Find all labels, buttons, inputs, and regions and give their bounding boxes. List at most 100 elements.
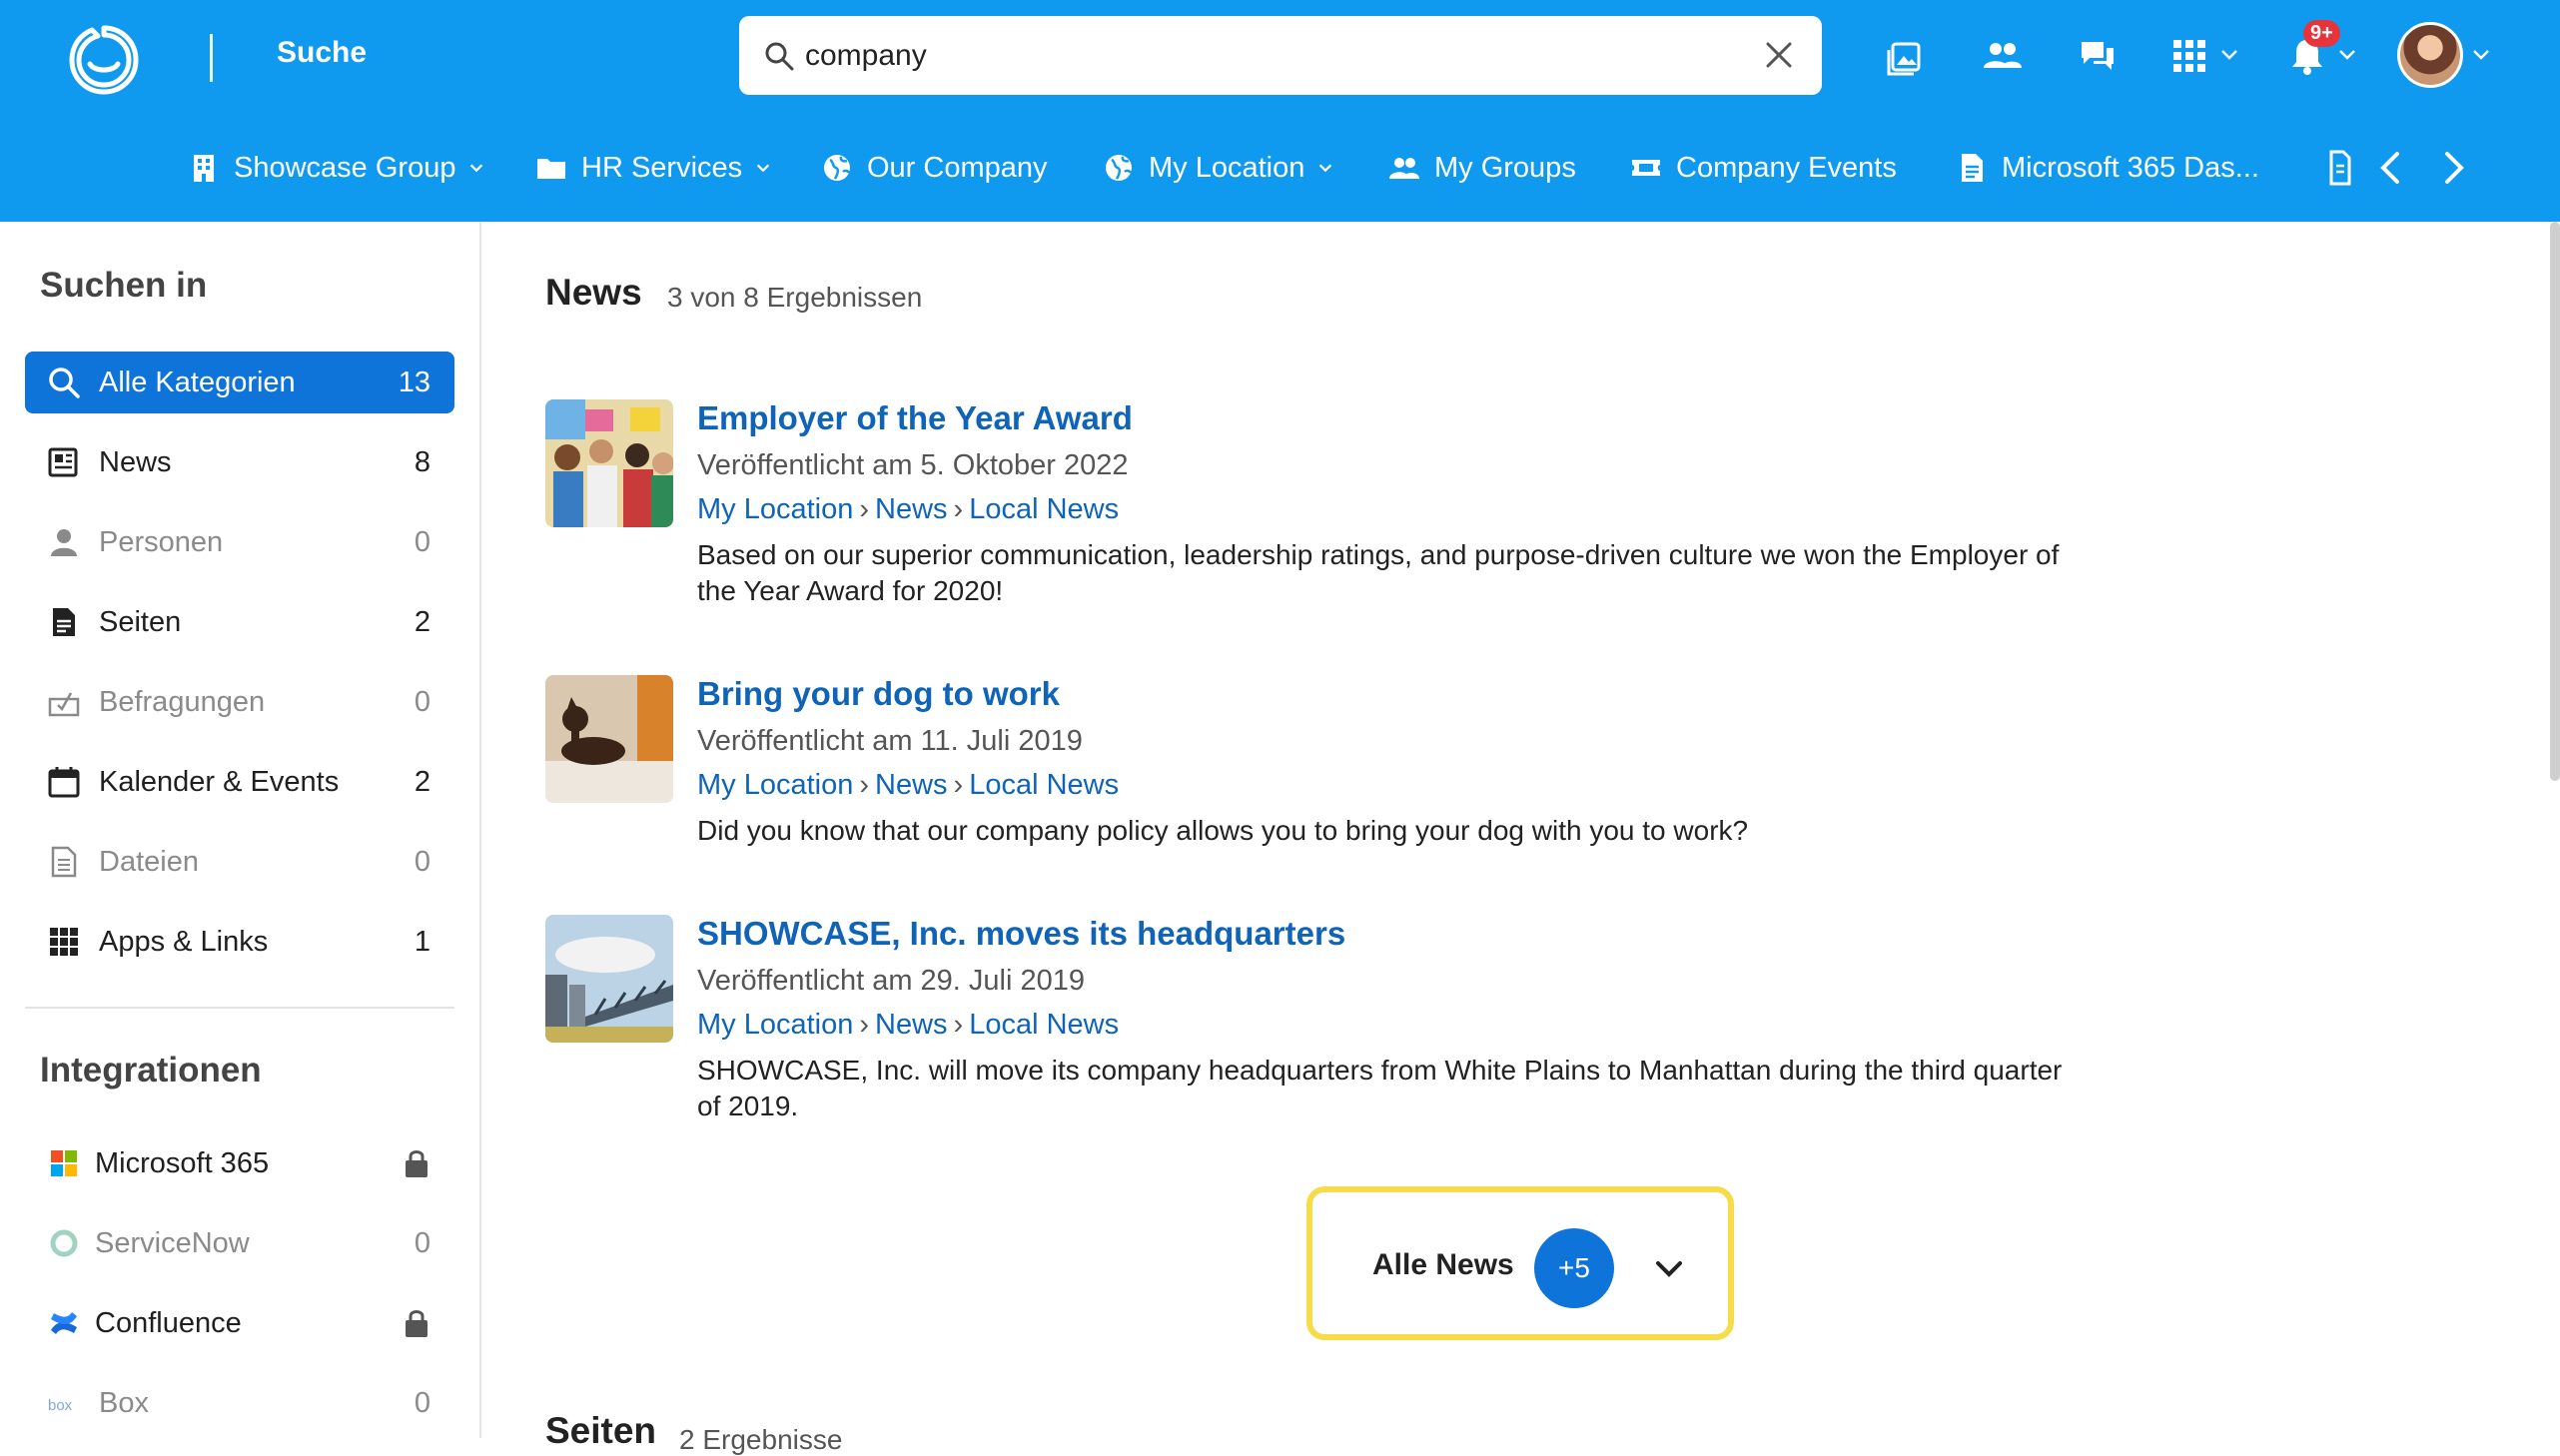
search-result-item: Employer of the Year Award Veröffentlich… [545,399,2064,609]
nav-scroll-right-icon[interactable] [2435,148,2471,188]
search-filter-sidebar: Suchen in Alle Kategorien 13 News 8 Pers… [0,222,481,1438]
category-all[interactable]: Alle Kategorien 13 [25,352,454,413]
nav-item-our-company[interactable]: Our Company [821,146,1048,190]
document-icon[interactable] [2327,150,2355,186]
result-title-link[interactable]: Employer of the Year Award [697,399,1133,437]
top-bar: Suche 9+ [0,0,2560,222]
search-input[interactable] [803,30,1706,82]
result-title-link[interactable]: SHOWCASE, Inc. moves its headquarters [697,915,1345,953]
result-snippet: SHOWCASE, Inc. will move its company hea… [697,1055,2063,1121]
apps-grid-icon[interactable] [2167,34,2211,78]
category-label: Personen [99,525,224,558]
calendar-icon [48,767,80,798]
chevron-down-icon[interactable] [2337,44,2357,64]
category-label: Alle Kategorien [99,365,296,398]
nav-item-my-groups[interactable]: My Groups [1388,146,1576,190]
category-label: Dateien [99,845,199,878]
category-count: 0 [414,845,430,878]
nav-item-hr-services[interactable]: HR Services [535,146,772,190]
result-thumbnail[interactable] [545,399,673,527]
sidebar-divider [25,1007,454,1009]
result-thumbnail[interactable] [545,915,673,1043]
user-avatar[interactable] [2397,22,2463,88]
chevron-down-icon[interactable] [2219,44,2239,64]
show-all-news-button[interactable]: Alle News +5 [1306,1186,1734,1340]
integration-servicenow[interactable]: ServiceNow 0 [25,1212,454,1274]
integration-label: ServiceNow [95,1226,250,1259]
search-result-item: Bring your dog to work Veröffentlicht am… [545,675,2064,855]
folder-icon [537,159,565,179]
category-kalender-events[interactable]: Kalender & Events 2 [25,751,454,813]
chevron-down-icon[interactable] [2471,44,2491,64]
category-count: 0 [414,685,430,718]
survey-icon [48,692,80,717]
nav-item-my-location[interactable]: My Location [1103,146,1334,190]
breadcrumb-link[interactable]: News [875,1009,948,1041]
result-date: Veröffentlicht am 29. Juli 2019 [697,965,1085,997]
clear-search-icon[interactable] [1760,36,1798,74]
media-gallery-icon[interactable] [1884,34,1928,78]
search-icon [49,367,80,398]
breadcrumb: My Location › News › Local News [697,493,1120,525]
chat-icon[interactable] [2076,34,2120,78]
lock-icon [406,1310,427,1337]
colleagues-icon[interactable] [1980,34,2024,78]
show-all-news-label: Alle News [1372,1248,1514,1281]
category-label: Kalender & Events [99,765,340,798]
groups-icon [1389,158,1419,179]
navigation-bar: Showcase Group HR Services Our Company M… [0,136,2560,202]
integration-confluence[interactable]: Confluence [25,1292,454,1354]
category-count: 13 [398,365,430,398]
breadcrumb-link[interactable]: Local News [969,769,1119,801]
integration-label: Box [99,1386,149,1419]
integration-label: Confluence [95,1306,242,1339]
category-befragungen[interactable]: Befragungen 0 [25,671,454,733]
ticket-icon [1632,160,1660,176]
search-result-item: SHOWCASE, Inc. moves its headquarters Ve… [545,915,2064,1134]
nav-item-microsoft-365[interactable]: Microsoft 365 Das... [1956,146,2259,190]
category-personen[interactable]: Personen 0 [25,511,454,573]
breadcrumb-link[interactable]: News [875,769,948,801]
nav-item-showcase-group[interactable]: Showcase Group [188,146,485,190]
result-title-link[interactable]: Bring your dog to work [697,675,1060,713]
category-label: News [99,445,172,478]
nav-item-label: My Location [1149,151,1305,184]
category-seiten[interactable]: Seiten 2 [25,591,454,653]
result-thumbnail[interactable] [545,675,673,803]
category-count: 2 [414,605,430,638]
category-apps-links[interactable]: Apps & Links 1 [25,911,454,973]
breadcrumb-link[interactable]: Local News [969,1009,1119,1041]
category-label: Befragungen [99,685,266,718]
category-count: 1 [414,925,430,958]
servicenow-icon [50,1229,78,1257]
integration-label: Microsoft 365 [95,1146,270,1179]
result-date: Veröffentlicht am 11. Juli 2019 [697,725,1083,757]
nav-item-label: My Groups [1434,151,1576,184]
globe-icon [824,155,851,181]
section-title-seiten: Seiten [545,1410,657,1451]
app-logo-icon[interactable] [66,22,142,98]
box-icon: box [48,1397,73,1414]
nav-item-company-events[interactable]: Company Events [1630,146,1897,190]
breadcrumb-link[interactable]: My Location [697,493,853,525]
category-news[interactable]: News 8 [25,431,454,493]
document-icon [1962,154,1983,182]
breadcrumb-link[interactable]: News [875,493,948,525]
scrollbar[interactable] [2550,222,2560,781]
nav-scroll-left-icon[interactable] [2373,148,2409,188]
result-snippet: Based on our superior communication, lea… [697,539,2060,606]
globe-icon [1106,155,1133,181]
file-icon [51,846,77,878]
breadcrumb-link[interactable]: My Location [697,769,853,801]
integration-box[interactable]: box Box 0 [25,1372,454,1434]
breadcrumb-link[interactable]: My Location [697,1009,853,1041]
chevron-down-icon [470,164,483,173]
search-box[interactable] [739,16,1822,95]
category-dateien[interactable]: Dateien 0 [25,831,454,893]
breadcrumb: My Location › News › Local News [697,1009,1120,1041]
section-result-count: 3 von 8 Ergebnissen [667,282,923,313]
chevron-down-icon [1319,164,1332,173]
integration-microsoft-365[interactable]: Microsoft 365 [25,1132,454,1194]
breadcrumb-link[interactable]: Local News [969,493,1119,525]
nav-item-label: HR Services [581,151,743,184]
